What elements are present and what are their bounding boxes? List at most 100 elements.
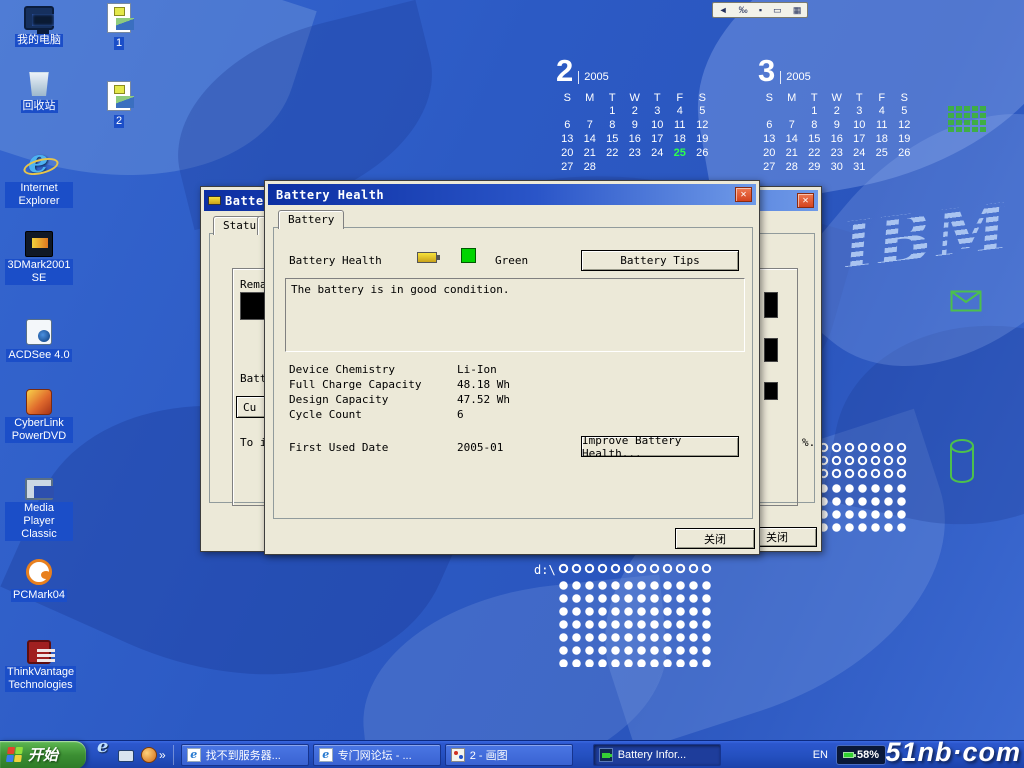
calendar-day: 10 [646,119,669,132]
calendar-day: 12 [893,119,916,132]
battery-detail-fields: Device ChemistryLi-IonFull Charge Capaci… [289,362,510,422]
detail-field-row: Cycle Count6 [289,407,510,422]
tab-battery[interactable]: Battery [278,210,344,229]
battery-tips-button[interactable]: Battery Tips [581,250,739,271]
first-used-value: 2005-01 [457,440,503,455]
monitor-icon[interactable]: ▭ [773,3,782,17]
calendar-day: 23 [624,147,647,160]
desktop-file[interactable]: 1 [94,2,144,51]
calendar-day: 14 [781,133,804,146]
keyboard-icon[interactable]: ▦ [793,3,802,17]
task-label: Battery Infor... [618,749,686,761]
calendar-day: 25 [669,147,692,160]
grid-icon-cell [956,127,962,132]
my-computer-icon [24,6,54,30]
jpg-file-icon [107,3,131,33]
calendar-day: 22 [601,147,624,160]
detail-field-row: Design Capacity47.52 Wh [289,392,510,407]
grid-icon-cell [972,120,978,125]
pcmark-icon [26,559,52,585]
desktop-icon-my-computer[interactable]: 我的电脑 [5,4,73,48]
calendar-day: 13 [758,133,781,146]
desktop-icon-internet-explorer[interactable]: Internet Explorer [5,148,73,209]
calendar-day: 20 [758,147,781,160]
chevron-right-icon[interactable]: » [159,748,166,762]
calendar-day: 3 [646,105,669,118]
taskbar-task-active[interactable]: Battery Infor... [593,744,721,766]
grid-icon-cell [956,106,962,111]
calendar-day: 1 [803,105,826,118]
grid-icon-cell [972,106,978,111]
desktop-icon-recycle-bin[interactable]: 回收站 [5,68,73,114]
calendar-day: 31 [848,161,871,174]
quick-launch-bar [95,747,157,763]
calendar-day: 2 [826,105,849,118]
grid-icon-cell [948,120,954,125]
desktop-icon-pcmark[interactable]: PCMark04 [5,556,73,603]
desktop-icon-benchmark3d[interactable]: 3DMark2001 SE [5,228,73,286]
close-icon[interactable]: ✕ [797,193,814,208]
desktop-icon-label: PCMark04 [11,589,67,602]
desktop-icon-powerdvd[interactable]: CyberLink PowerDVD [5,386,73,444]
calendar-day: 2 [624,105,647,118]
calendar-day: 17 [646,133,669,146]
calendar-year: 2005 [578,71,608,84]
language-indicator[interactable]: EN [813,749,828,761]
battery-health-label: Battery Health [289,254,382,267]
calendar-day [758,105,781,118]
desktop-icon-media-player-classic[interactable]: Media Player Classic [5,474,73,542]
close-button[interactable]: 关闭 [675,528,755,549]
thinkvantage-icon [27,640,51,664]
pen-icon[interactable]: ▪ [759,3,762,17]
calendar-day: 4 [669,105,692,118]
indicator-block [764,292,778,318]
improve-battery-health-button[interactable]: Improve Battery Health... [581,436,739,457]
calendar-day [781,105,804,118]
battery-icon [417,252,437,263]
top-indicator-toolbar: ◄ ‰ ▪ ▭ ▦ [712,2,808,18]
close-icon[interactable]: ✕ [735,187,752,202]
volume-dots-icon[interactable]: ‰ [739,3,748,17]
internet-explorer-icon [22,148,56,180]
start-button[interactable]: 开始 [0,741,86,768]
media-player-icon[interactable] [141,747,157,763]
calendar-day: 30 [826,161,849,174]
task-label: 专门网论坛 - ... [338,747,412,763]
calendar-day: 8 [601,119,624,132]
taskbar: 开始 » e找不到服务器...e专门网论坛 - ...2 - 画图 Battery… [0,740,1024,768]
calendar-day [624,161,647,174]
internet-explorer-icon[interactable] [95,747,111,763]
calendar-day-header: S [758,92,781,104]
calendar-day: 21 [579,147,602,160]
taskbar-task-button[interactable]: e找不到服务器... [181,744,309,766]
dot-pattern [557,579,713,667]
calendar-day: 15 [601,133,624,146]
desktop-icon-acdsee[interactable]: ACDSee 4.0 [5,316,73,363]
desktop-icon-thinkvantage[interactable]: ThinkVantage Technologies [5,636,73,693]
calendar-day: 11 [871,119,894,132]
calendar-day: 3 [848,105,871,118]
desktop-file[interactable]: 2 [94,80,144,129]
powerdvd-icon [26,389,52,415]
calendar-day-header: T [803,92,826,104]
calendar-day: 5 [691,105,714,118]
show-desktop-icon[interactable] [118,750,134,762]
calendar-day-header: M [579,92,602,104]
jpg-file-icon [107,81,131,111]
windows-flag-icon [6,747,23,762]
taskbar-task-button[interactable]: e专门网论坛 - ... [313,744,441,766]
battery-tray-indicator[interactable]: 58% [836,745,886,765]
speaker-icon[interactable]: ◄ [719,3,728,17]
watermark: 51nb·com [885,737,1021,768]
indicator-block [764,382,778,400]
indicator-block [764,338,778,362]
media-player-classic-icon [25,478,53,500]
calendar-day: 12 [691,119,714,132]
calendar-day: 23 [826,147,849,160]
battery-health-titlebar[interactable]: Battery Health ✕ [268,184,756,205]
dot-pattern [817,482,909,534]
taskbar-task-button[interactable]: 2 - 画图 [445,744,573,766]
calendar-day-header: W [826,92,849,104]
calendar-day-header: W [624,92,647,104]
calendar-day: 17 [848,133,871,146]
